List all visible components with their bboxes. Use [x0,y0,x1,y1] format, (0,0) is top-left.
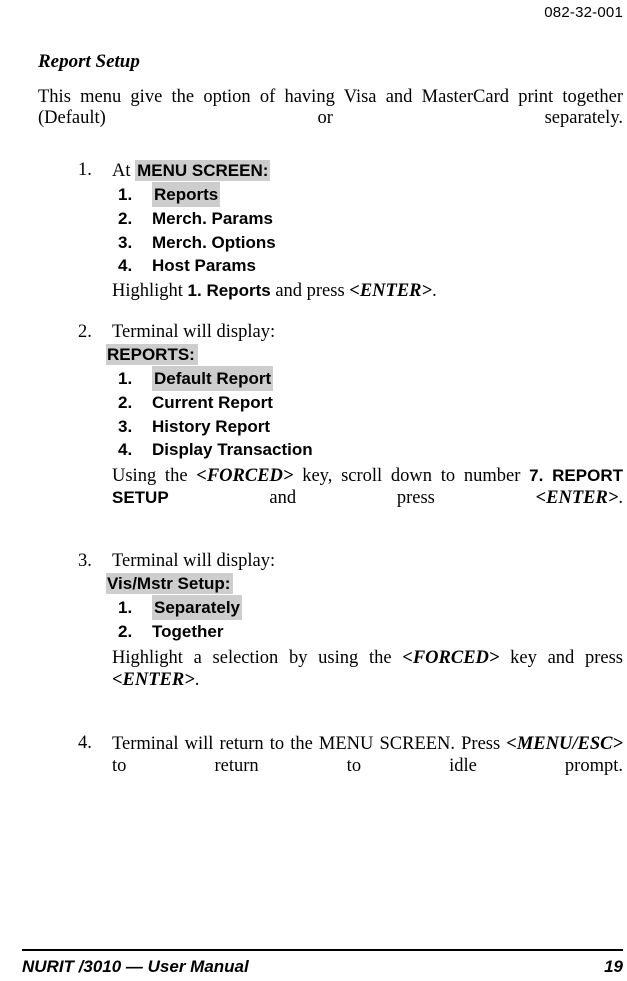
terminal-menu-list: 1. Reports 2. Merch. Params 3. Merch. Optio… [112,181,623,278]
menu-item-number: 1. [118,597,133,617]
step-number: 3. [78,550,92,571]
menu-item-number: 2. [118,209,133,229]
page-number: 19 [604,957,623,976]
terminal-menu-item[interactable]: 1. Reports [112,181,623,208]
step-number: 2. [78,321,92,342]
instruction-key-enter: <ENTER> [349,280,433,301]
step-lead-text: Terminal will display: [112,550,276,571]
manual-title: NURIT /3010 — User Manual [22,957,249,976]
step-lead-line: Terminal will display: [112,551,623,572]
menu-item-number: 2. [118,393,133,413]
menu-item-label: Display Transaction [152,440,313,460]
step-lead-text: Terminal will display: [112,321,276,342]
instruction-text: to return to idle prompt. [112,755,623,776]
procedure-step: 2. Terminal will display: REPORTS: 1. Def… [38,322,623,531]
instruction-key-enter: <ENTER> [112,669,195,690]
instruction-text: Terminal will return to the MENU SCREEN.… [112,733,507,754]
instruction-text: . [618,487,623,508]
step-lead-line: Terminal will display: [112,322,623,343]
menu-item-number: 4. [118,440,133,460]
menu-item-number: 4. [118,256,133,276]
menu-item-number: 3. [118,416,133,436]
terminal-menu-item[interactable]: 4. Host Params [112,254,623,278]
menu-item-label: History Report [152,416,271,436]
menu-item-label: Default Report [152,365,274,392]
terminal-screen-title: MENU SCREEN: [135,159,271,181]
menu-item-label: Current Report [152,393,273,413]
menu-item-number: 3. [118,232,133,252]
page-header: 082-32-001 [0,4,623,21]
terminal-menu-item[interactable]: 3. History Report [112,415,623,439]
menu-item-label: Merch. Params [152,209,273,229]
terminal-menu-item[interactable]: 2. Current Report [112,391,623,415]
menu-item-number: 1. [118,184,133,204]
instruction-text: and press [270,280,350,301]
instruction-text: key and press [499,647,623,668]
section-title: Report Setup [38,51,140,72]
step-lead-text: At [112,160,131,181]
step-lead-line: At MENU SCREEN: [112,159,623,182]
menu-item-number: 2. [118,622,133,642]
footer-divider [22,949,623,951]
instruction-text: key, scroll down to number [293,465,530,486]
instruction-key-enter: <ENTER> [535,487,619,508]
procedure-step: 4. Terminal will return to the MENU SCRE… [38,733,623,799]
terminal-screen-title-line: REPORTS: [106,343,623,366]
terminal-menu-list: 1. Separately 2. Together [112,594,623,644]
terminal-menu-item[interactable]: 1. Default Report [112,365,623,392]
instruction-key-forced: <FORCED> [196,465,294,486]
section-intro-paragraph: This menu give the option of having Visa… [38,86,623,128]
footer-content: NURIT /3010 — User Manual 19 [22,957,623,977]
terminal-screen-title: Vis/Mstr Setup: [106,572,234,594]
terminal-menu-item[interactable]: 4. Display Transaction [112,438,623,462]
instruction-text: . [432,280,437,301]
menu-item-label: Together [152,622,224,642]
instruction-key-menu-esc: <MENU/ESC> [506,733,623,754]
instruction-text: Using the [112,465,197,486]
menu-item-label: Separately [152,594,242,621]
procedure-steps: 1. At MENU SCREEN: 1. Reports 2. Merch. Pa… [38,159,623,799]
terminal-screen-title-line: Vis/Mstr Setup: [106,572,623,595]
terminal-screen-title: REPORTS: [106,343,198,365]
step-instruction: Terminal will return to the MENU SCREEN.… [112,733,623,799]
menu-item-number: 1. [118,368,133,388]
instruction-text: Highlight [112,280,188,301]
document-page: 082-32-001 Report Setup This menu give t… [0,0,627,981]
step-instruction: Highlight a selection by using the <FORC… [112,647,623,713]
menu-item-label: Host Params [152,256,256,276]
terminal-menu-item[interactable]: 1. Separately [112,594,623,621]
terminal-menu-item[interactable]: 2. Merch. Params [112,207,623,231]
procedure-step: 3. Terminal will display: Vis/Mstr Setup… [38,551,623,713]
terminal-menu-list: 1. Default Report 2. Current Report 3. Hist… [112,365,623,462]
step-instruction: Highlight 1. Reports and press <ENTER>. [112,280,623,302]
menu-item-label: Reports [152,181,221,208]
document-number: 082-32-001 [544,4,623,21]
terminal-menu-item[interactable]: 2. Together [112,620,623,644]
instruction-text: and press [168,487,536,508]
step-instruction: Using the <FORCED> key, scroll down to n… [112,465,623,531]
instruction-text: Highlight a selection by using the [112,647,403,668]
step-number: 1. [78,159,92,180]
procedure-step: 1. At MENU SCREEN: 1. Reports 2. Merch. Pa… [38,159,623,302]
menu-item-label: Merch. Options [152,232,276,252]
document-body: Report Setup This menu give the option o… [38,51,623,817]
step-number: 4. [78,732,92,753]
instruction-text: . [194,669,200,690]
instruction-key-forced: <FORCED> [402,647,500,668]
terminal-menu-item[interactable]: 3. Merch. Options [112,231,623,255]
instruction-menu-ref: 1. Reports [187,280,271,300]
